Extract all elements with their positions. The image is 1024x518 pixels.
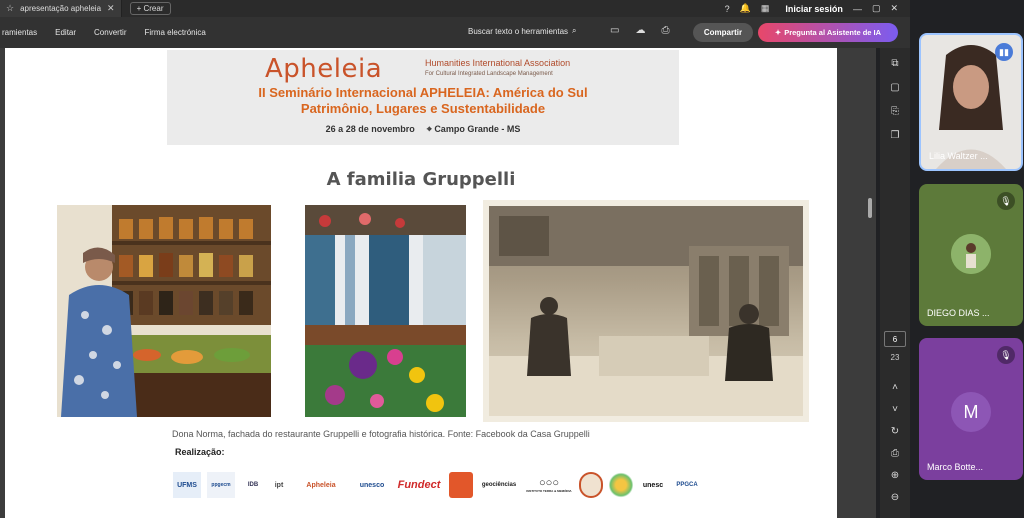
menu-item-convert[interactable]: Convertir	[94, 28, 126, 37]
logo-ppgca: PPGCA	[676, 482, 698, 488]
logo-apheleia-small: Apheleia	[306, 481, 336, 489]
slide-page: Apheleia Humanities International Associ…	[5, 48, 837, 518]
upload-cloud-icon[interactable]: ☁	[635, 25, 645, 36]
logo-rings-icon: ○○○	[539, 477, 559, 489]
logo-red-seal	[449, 472, 473, 498]
logo-terra-memoria: ○○○ INSTITUTO TERRA & MEMÓRIA	[525, 472, 573, 498]
menu-bar: ramientas Editar Convertir Firma electró…	[0, 17, 910, 48]
maximize-icon[interactable]: ▢	[872, 3, 881, 14]
muted-mic-icon: 🎙	[997, 346, 1015, 364]
logo-ipt: ipt	[274, 481, 284, 489]
logo-hand-circle	[579, 472, 603, 498]
muted-mic-icon: 🎙	[997, 192, 1015, 210]
speaking-mic-icon: ▮▮	[995, 43, 1013, 61]
location-pin-icon: ⌖	[426, 124, 432, 134]
current-page-field[interactable]: 6	[884, 331, 906, 347]
help-icon[interactable]: ?	[725, 4, 730, 14]
menu-item-esign[interactable]: Firma electrónica	[144, 28, 205, 37]
logo-fundect: Fundect	[397, 479, 441, 491]
toolbar-icons: ▭ ☁ ⎙	[610, 25, 669, 36]
edit-image-icon[interactable]: ⧉	[886, 58, 904, 74]
fill-sign-icon[interactable]: ⎘	[886, 106, 904, 122]
apheleia-logo: Apheleia	[265, 54, 383, 84]
location-text: Campo Grande - MS	[434, 124, 521, 134]
window-close-icon[interactable]: ✕	[890, 3, 898, 14]
new-tab-label: Crear	[143, 4, 164, 13]
seminar-title: II Seminário Internacional APHELEIA: Amé…	[167, 85, 679, 117]
ai-assistant-label: Pregunta al Asistente de IA	[784, 28, 882, 37]
search-icon: ⌕	[572, 26, 577, 35]
search-tools[interactable]: Buscar texto o herramientas ⌕	[468, 26, 577, 36]
star-icon[interactable]: ☆	[6, 3, 14, 14]
participant-tile-diego[interactable]: 🎙 DIEGO DIAS ...	[919, 184, 1023, 326]
logo-colorful-flower	[609, 472, 633, 498]
menu-item-edit[interactable]: Editar	[55, 28, 76, 37]
logo-ppgecm: ppgecm	[207, 472, 235, 498]
logo-unesco: unesco	[359, 481, 385, 489]
chevron-up-icon[interactable]: ˄	[886, 382, 904, 398]
total-pages: 23	[890, 353, 900, 362]
share-button[interactable]: Compartir	[693, 23, 753, 42]
print-icon[interactable]: ⎙	[661, 25, 669, 36]
tab-apresentacao[interactable]: ☆ apresentação apheleia ✕	[0, 0, 122, 17]
association-line1: Humanities International Association	[425, 58, 571, 68]
historic-photo-image	[489, 206, 803, 416]
participant-name: Lilia Waltzer ...	[929, 151, 988, 161]
new-tab-button[interactable]: + Crear	[129, 2, 171, 15]
participant-tile-lilia[interactable]: ▮▮ Lilia Waltzer ...	[919, 33, 1023, 171]
logo-unesc: unesc	[642, 481, 664, 489]
menu-item-tools[interactable]: ramientas	[2, 28, 37, 37]
event-banner: Apheleia Humanities International Associ…	[167, 50, 679, 145]
apps-grid-icon[interactable]: ▦	[761, 3, 770, 14]
doc-scrollbar[interactable]	[868, 198, 872, 218]
logo-terra-memoria-text: INSTITUTO TERRA & MEMÓRIA	[526, 489, 572, 493]
refresh-icon[interactable]: ↻	[886, 426, 904, 442]
browser-tabbar: ☆ apresentação apheleia ✕ + Crear ? 🔔 ▦ …	[0, 0, 910, 17]
ai-sparkle-icon: ✦	[774, 28, 782, 37]
zoom-in-icon[interactable]: ⊕	[886, 470, 904, 486]
photo-restaurant-facade	[305, 205, 466, 417]
realizacao-label: Realização:	[175, 447, 225, 457]
save-page-icon[interactable]: ⎙	[886, 448, 904, 464]
ai-assistant-button[interactable]: ✦ Pregunta al Asistente de IA	[758, 23, 898, 42]
participant-tile-marco[interactable]: M 🎙 Marco Botte...	[919, 338, 1023, 480]
viewer-side-toolbar: ⧉ ▢ ⎘ ❐ 6 23 ˄ ˅ ↻ ⎙ ⊕ ⊖	[880, 48, 910, 518]
logo-idb: IDB	[247, 482, 259, 488]
login-button[interactable]: Iniciar sesión	[785, 4, 843, 14]
close-icon[interactable]: ✕	[107, 3, 115, 14]
photo-caption: Dona Norma, fachada do restaurante Grupp…	[172, 429, 590, 439]
association-line2: For Cultural Integrated Landscape Manage…	[425, 71, 553, 77]
document-area: Apheleia Humanities International Associ…	[0, 48, 876, 518]
event-dates: 26 a 28 de novembro ⌖ Campo Grande - MS	[167, 124, 679, 135]
photo-historic	[483, 200, 809, 422]
sponsor-logos: UFMS ppgecm IDB ipt Apheleia unesco Fund…	[173, 468, 713, 502]
bell-icon[interactable]: 🔔	[740, 3, 751, 14]
avatar: M	[951, 392, 991, 432]
participant-name: DIEGO DIAS ...	[927, 308, 990, 318]
comment-icon[interactable]: ▭	[610, 25, 619, 36]
minimize-icon[interactable]: —	[853, 4, 862, 14]
logo-ufms: UFMS	[173, 472, 201, 498]
slide-title: A familia Gruppelli	[326, 169, 516, 190]
association-text: Humanities International Association For…	[425, 58, 570, 80]
zoom-out-icon[interactable]: ⊖	[886, 492, 904, 508]
avatar	[951, 234, 991, 274]
photo-dona-norma	[57, 205, 271, 417]
seminar-line1: II Seminário Internacional APHELEIA: Amé…	[258, 85, 588, 100]
search-tools-label: Buscar texto o herramientas	[468, 26, 569, 36]
seminar-line2: Patrimônio, Lugares e Sustentabilidade	[300, 101, 546, 116]
chevron-down-icon[interactable]: ˅	[886, 404, 904, 420]
tab-title: apresentação apheleia	[20, 4, 102, 13]
browser-right-controls: ? 🔔 ▦ Iniciar sesión — ▢ ✕	[725, 0, 898, 17]
comment-bubble-icon[interactable]: ▢	[886, 82, 904, 98]
date-range: 26 a 28 de novembro	[325, 124, 415, 134]
screen: ☆ apresentação apheleia ✕ + Crear ? 🔔 ▦ …	[0, 0, 1024, 518]
location: ⌖ Campo Grande - MS	[427, 124, 521, 135]
pages-icon[interactable]: ❐	[886, 130, 904, 146]
participant-name: Marco Botte...	[927, 462, 984, 472]
logo-geociencias: geociências	[481, 482, 517, 488]
